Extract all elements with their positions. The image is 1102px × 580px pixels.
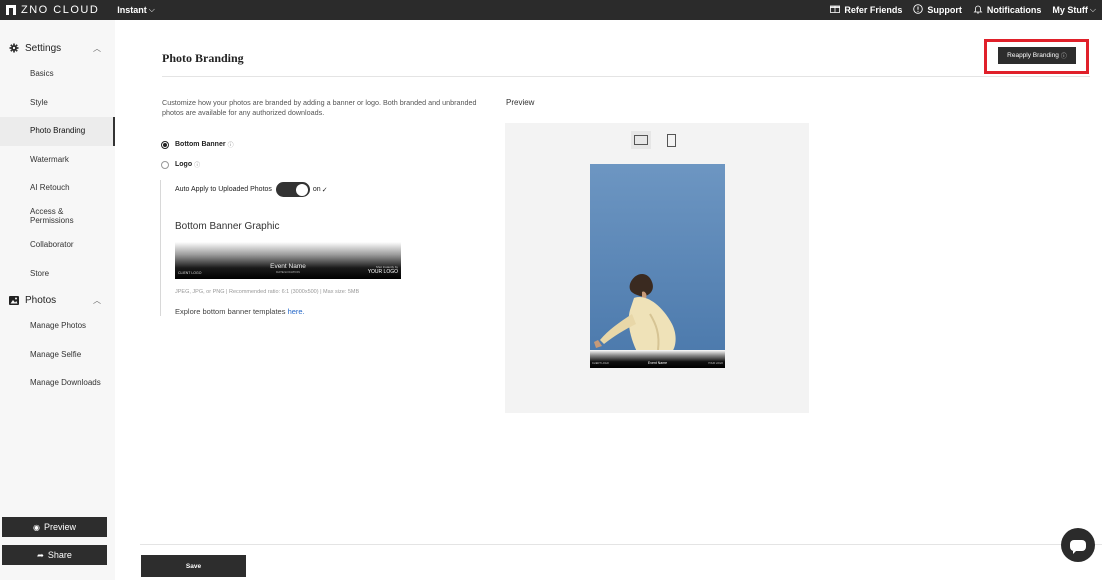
photos-group-header[interactable]: Photos ︿ <box>0 288 115 312</box>
sidebar: Settings ︿ Basics Style Photo Branding W… <box>0 20 115 580</box>
photos-items: Manage Photos Manage Selfie Manage Downl… <box>0 312 115 398</box>
logo-option[interactable]: Logo ⓘ <box>161 160 200 169</box>
auto-apply-row: Auto Apply to Uploaded Photos on ✓ <box>175 182 328 197</box>
chat-support-button[interactable] <box>1061 528 1095 562</box>
share-button[interactable]: ➦ Share <box>2 545 107 565</box>
refer-friends-label: Refer Friends <box>844 5 903 15</box>
zno-logo-icon <box>6 5 16 15</box>
logo-text: ZNO CLOUD <box>21 4 100 16</box>
sidebar-item-photo-branding[interactable]: Photo Branding <box>0 117 115 146</box>
product-label: Instant <box>117 5 147 15</box>
file-format-hint: JPEG, JPG, or PNG | Recommended ratio: 6… <box>175 289 360 295</box>
preview-photo <box>590 164 725 368</box>
bottom-banner-option[interactable]: Bottom Banner ⓘ <box>161 140 234 149</box>
banner-your-logo: Shot Instantly by YOUR LOGO <box>368 265 398 275</box>
my-stuff-menu[interactable]: My Stuff ⌵ <box>1052 5 1096 15</box>
title-divider <box>162 76 1090 77</box>
reapply-branding-label: Reapply Branding <box>1007 52 1059 59</box>
photo-figure <box>590 164 725 368</box>
top-nav: Refer Friends Support Notifications My S… <box>829 3 1102 17</box>
share-arrow-icon: ➦ <box>37 550 44 560</box>
explore-text: Explore bottom banner templates <box>175 307 286 316</box>
preview-photo-banner: CLIENT LOGO Event Name YOUR LOGO <box>590 350 725 368</box>
explore-templates: Explore bottom banner templates here. <box>175 307 305 316</box>
eye-icon: ◉ <box>33 522 40 532</box>
chevron-down-icon: ⌵ <box>148 5 155 14</box>
support-link[interactable]: Support <box>913 3 962 17</box>
support-label: Support <box>927 5 962 15</box>
refer-friends-link[interactable]: Refer Friends <box>829 4 903 16</box>
my-stuff-label: My Stuff <box>1052 5 1088 15</box>
auto-apply-toggle[interactable] <box>275 182 310 197</box>
preview-button-label: Preview <box>43 522 76 532</box>
preview-button[interactable]: ◉ Preview <box>2 517 107 537</box>
footer-divider <box>140 544 1102 545</box>
help-icon: ⓘ <box>1060 54 1067 60</box>
banner-logo-text: YOUR LOGO <box>367 269 398 275</box>
bottom-banner-label: Bottom Banner <box>175 141 226 148</box>
checkmark-icon: ✓ <box>321 186 328 194</box>
photo-icon <box>9 295 19 305</box>
zno-logo[interactable]: ZNO CLOUD <box>6 4 99 16</box>
notifications-label: Notifications <box>986 5 1042 15</box>
chevron-up-icon[interactable]: ︿ <box>93 295 101 306</box>
portrait-orientation-button[interactable] <box>661 131 681 149</box>
radio-button-unchecked[interactable] <box>161 160 169 169</box>
sidebar-item-manage-downloads[interactable]: Manage Downloads <box>0 369 115 398</box>
settings-label: Settings <box>25 42 62 54</box>
option-panel-line <box>160 180 161 316</box>
chevron-down-icon: ⌵ <box>1089 5 1096 14</box>
info-circle-icon <box>913 3 924 17</box>
save-button[interactable]: Save <box>141 555 246 577</box>
sidebar-item-manage-photos[interactable]: Manage Photos <box>0 312 115 341</box>
page-title: Photo Branding <box>162 51 244 65</box>
sidebar-item-ai-retouch[interactable]: AI Retouch <box>0 174 115 203</box>
settings-group-header[interactable]: Settings ︿ <box>0 36 115 60</box>
bell-icon <box>973 4 983 17</box>
main-content: Photo Branding Reapply Branding ⓘ Custom… <box>140 20 1102 580</box>
sidebar-item-manage-selfie[interactable]: Manage Selfie <box>0 341 115 370</box>
top-bar: ZNO CLOUD Instant ⌵ Refer Friends Suppor… <box>0 0 1102 20</box>
banner-graphic-preview[interactable]: CLIENT LOGO Event Name DATE/LOCATION Sho… <box>175 242 401 279</box>
settings-items: Basics Style Photo Branding Watermark AI… <box>0 60 115 288</box>
radio-button-checked[interactable] <box>161 140 169 149</box>
preview-label: Preview <box>506 98 535 107</box>
preview-banner-event-name: Event Name <box>647 361 668 365</box>
auto-apply-label: Auto Apply to Uploaded Photos <box>175 186 272 193</box>
sidebar-item-access-permissions[interactable]: Access & Permissions <box>0 203 90 232</box>
banner-graphic-title: Bottom Banner Graphic <box>175 221 280 232</box>
help-icon[interactable]: ⓘ <box>228 140 234 149</box>
logo-label: Logo <box>175 161 193 168</box>
landscape-icon <box>634 135 648 145</box>
sidebar-item-collaborator[interactable]: Collaborator <box>0 231 115 260</box>
gear-icon <box>9 43 19 53</box>
preview-banner-your-logo: YOUR LOGO <box>707 362 723 365</box>
branding-description: Customize how your photos are branded by… <box>162 98 477 117</box>
chat-icon <box>1070 539 1086 554</box>
photos-label: Photos <box>25 294 57 306</box>
toggle-state: on <box>312 186 321 193</box>
toggle-knob <box>295 183 308 196</box>
notifications-link[interactable]: Notifications <box>973 4 1042 17</box>
templates-link[interactable]: here. <box>288 307 305 316</box>
sidebar-item-store[interactable]: Store <box>0 260 115 289</box>
sidebar-item-watermark[interactable]: Watermark <box>0 146 115 175</box>
sidebar-item-basics[interactable]: Basics <box>0 60 115 89</box>
landscape-orientation-button[interactable] <box>631 131 651 149</box>
chevron-up-icon[interactable]: ︿ <box>93 43 101 54</box>
portrait-icon <box>666 133 676 147</box>
share-button-label: Share <box>47 550 72 560</box>
product-switcher[interactable]: Instant ⌵ <box>117 5 155 15</box>
sidebar-item-style[interactable]: Style <box>0 89 115 118</box>
help-icon[interactable]: ⓘ <box>194 160 200 169</box>
gift-icon <box>829 4 841 16</box>
preview-panel: CLIENT LOGO Event Name YOUR LOGO <box>505 123 809 413</box>
reapply-branding-button[interactable]: Reapply Branding ⓘ <box>998 47 1076 64</box>
